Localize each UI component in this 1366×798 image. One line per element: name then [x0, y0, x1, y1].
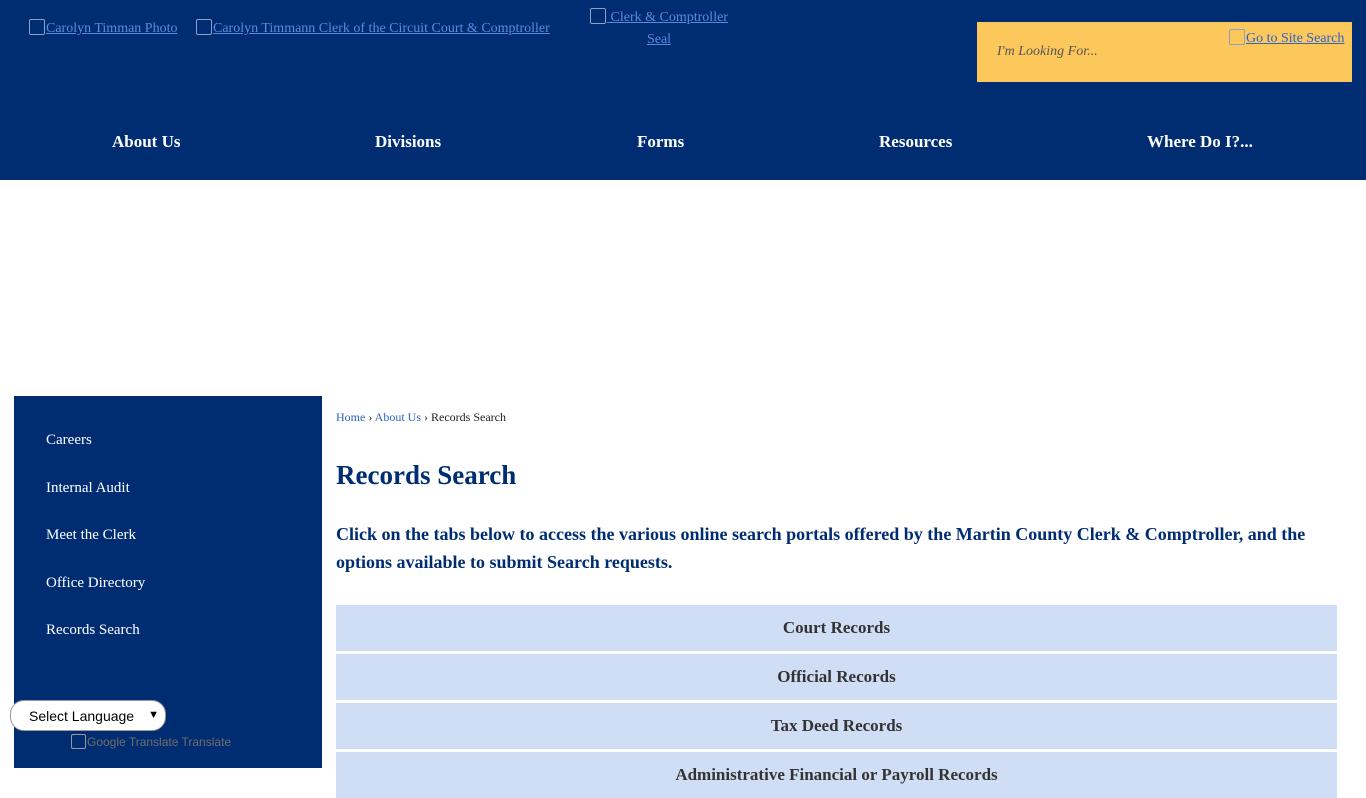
breadcrumb-current: Records Search [431, 410, 506, 424]
chevron-down-icon: ▼ [148, 709, 159, 721]
search-button-alt: Go to Site Search [1246, 31, 1345, 46]
google-translate-credit-text: Google Translate Translate [87, 735, 232, 749]
google-logo-icon [71, 734, 86, 749]
breadcrumb-separator: › [424, 410, 429, 424]
breadcrumb: Home › About Us › Records Search [336, 410, 506, 425]
intro-text: Click on the tabs below to access the va… [336, 524, 1306, 572]
clerk-name-logo-link[interactable]: Carolyn Timmann Clerk of the Circuit Cou… [196, 19, 550, 37]
main-nav: About Us Divisions Forms Resources Where… [0, 110, 1366, 174]
nav-divisions[interactable]: Divisions [375, 132, 441, 152]
nav-about-us[interactable]: About Us [112, 132, 181, 152]
breadcrumb-about-us[interactable]: About Us [375, 410, 421, 424]
sidebar-item-internal-audit[interactable]: Internal Audit [46, 480, 130, 497]
sidebar-item-office-directory[interactable]: Office Directory [46, 575, 145, 592]
broken-image-icon [590, 8, 607, 24]
clerk-photo-alt: Carolyn Timman Photo [46, 21, 178, 36]
google-translate-credit[interactable]: Google Translate Translate [71, 734, 231, 749]
sidebar-item-records-search[interactable]: Records Search [46, 622, 140, 639]
site-search: Go to Site Search [977, 22, 1352, 82]
clerk-photo-link[interactable]: Carolyn Timman Photo [29, 19, 177, 37]
tab-administrative-records[interactable]: Administrative Financial or Payroll Reco… [336, 752, 1337, 798]
nav-resources[interactable]: Resources [879, 132, 952, 152]
nav-where-do-i[interactable]: Where Do I?... [1147, 132, 1253, 152]
breadcrumb-home[interactable]: Home [336, 410, 365, 424]
broken-image-icon [196, 19, 212, 35]
page-title: Records Search [336, 460, 517, 490]
site-header: Carolyn Timman Photo Carolyn Timmann Cle… [0, 0, 1366, 180]
language-select[interactable]: Select Language ▼ [10, 700, 166, 731]
sidebar-item-meet-the-clerk[interactable]: Meet the Clerk [46, 527, 136, 544]
sidebar-item-careers[interactable]: Careers [46, 432, 92, 449]
breadcrumb-separator: › [368, 410, 373, 424]
tab-official-records[interactable]: Official Records [336, 654, 1337, 700]
search-input[interactable] [977, 22, 1227, 82]
broken-image-icon [29, 19, 45, 35]
clerk-seal-alt: Clerk & Comptroller Seal [610, 10, 728, 47]
language-select-label: Select Language [29, 707, 135, 724]
nav-forms[interactable]: Forms [637, 132, 684, 152]
search-button[interactable]: Go to Site Search [1229, 29, 1344, 47]
tab-court-records[interactable]: Court Records [336, 605, 1337, 651]
tab-tax-deed-records[interactable]: Tax Deed Records [336, 703, 1337, 749]
clerk-seal-link[interactable]: Clerk & Comptroller Seal [579, 7, 739, 51]
broken-image-icon [1229, 29, 1245, 45]
clerk-name-alt: Carolyn Timmann Clerk of the Circuit Cou… [213, 21, 550, 36]
